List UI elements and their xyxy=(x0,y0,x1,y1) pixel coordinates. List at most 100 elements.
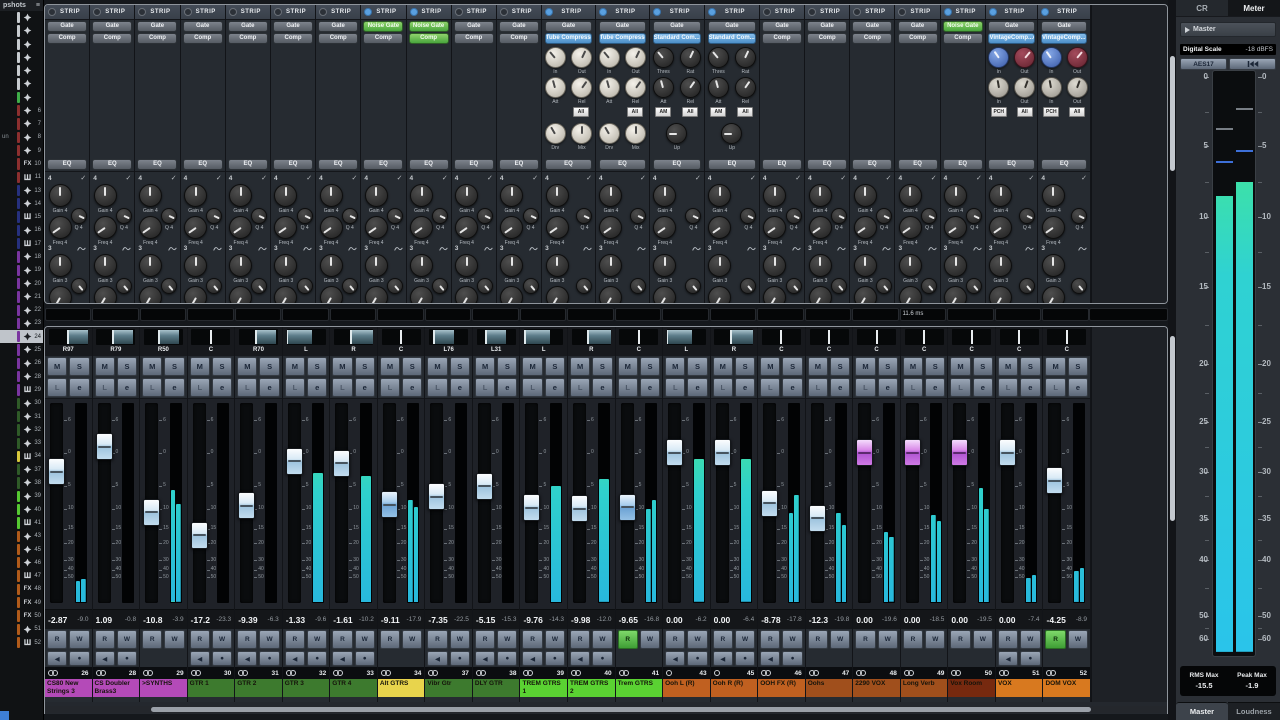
all-button[interactable]: All xyxy=(573,107,589,117)
rat-knob[interactable] xyxy=(680,47,701,68)
pan-control[interactable] xyxy=(1047,329,1086,345)
comp-slot-button[interactable]: Comp xyxy=(228,33,268,44)
listen-button[interactable]: L xyxy=(380,378,400,397)
menu-icon[interactable]: ≡ xyxy=(36,2,40,9)
in-knob[interactable] xyxy=(988,77,1009,98)
mixer-channel[interactable]: CMSLe6051015203040500.00-19.5RW50Vox Roo… xyxy=(948,327,996,702)
gain4-knob[interactable] xyxy=(809,184,832,207)
gain3-knob[interactable] xyxy=(139,254,162,277)
gain3-knob[interactable] xyxy=(94,254,117,277)
edit-channel-button[interactable]: e xyxy=(1068,378,1088,397)
channel-name[interactable]: Long Verb xyxy=(901,679,948,697)
edit-channel-button[interactable]: e xyxy=(450,378,470,397)
write-automation-button[interactable]: W xyxy=(640,630,660,649)
horizontal-scrollbar[interactable] xyxy=(45,706,1167,713)
q4-knob[interactable] xyxy=(71,208,87,224)
q3-knob[interactable] xyxy=(630,278,646,294)
freq3-knob[interactable] xyxy=(708,286,731,304)
freq3-knob[interactable] xyxy=(1042,286,1065,304)
q3-knob[interactable] xyxy=(297,278,313,294)
write-automation-button[interactable]: W xyxy=(973,630,993,649)
rel-knob[interactable] xyxy=(735,77,756,98)
solo-button[interactable]: S xyxy=(402,357,422,376)
gate-slot-button[interactable]: Gate xyxy=(852,21,892,32)
read-automation-button[interactable]: R xyxy=(1045,630,1065,649)
read-automation-button[interactable]: R xyxy=(380,630,400,649)
gain4-knob[interactable] xyxy=(184,184,207,207)
all-button[interactable]: All xyxy=(627,107,643,117)
in-knob[interactable] xyxy=(988,47,1009,68)
q3-knob[interactable] xyxy=(432,278,448,294)
channel-list-item[interactable]: 17 xyxy=(0,237,43,250)
channel-list-item[interactable]: 20 xyxy=(0,277,43,290)
channel-name[interactable]: DLY GTR xyxy=(473,679,520,697)
out-knob[interactable] xyxy=(571,47,592,68)
edit-channel-button[interactable]: e xyxy=(640,378,660,397)
freq3-knob[interactable] xyxy=(184,286,207,304)
gain3-knob[interactable] xyxy=(320,254,343,277)
in-knob[interactable] xyxy=(1041,77,1062,98)
edit-channel-button[interactable]: e xyxy=(545,378,565,397)
strip-header[interactable]: STRIP xyxy=(407,5,451,20)
eq-band3-curve-icon[interactable] xyxy=(213,239,222,257)
fader-cap[interactable] xyxy=(999,439,1016,466)
read-automation-button[interactable]: R xyxy=(475,630,495,649)
mute-button[interactable]: M xyxy=(950,357,970,376)
channel-name[interactable]: TREM GTRS 2 xyxy=(568,679,615,697)
q3-knob[interactable] xyxy=(251,278,267,294)
channel-list-item[interactable]: 28 xyxy=(0,370,43,383)
strip-header[interactable]: STRIP xyxy=(986,5,1038,20)
channel-list-item[interactable] xyxy=(0,11,43,24)
monitor-button[interactable]: ◀ xyxy=(237,651,257,666)
eq-band3-curve-icon[interactable] xyxy=(1078,239,1087,257)
drv-knob[interactable] xyxy=(545,123,566,144)
strip-header[interactable]: STRIP xyxy=(452,5,496,20)
pch-button[interactable]: PCH xyxy=(1043,107,1059,117)
fader-track[interactable] xyxy=(811,403,824,603)
channel-list-item[interactable]: 23 xyxy=(0,317,43,330)
eq-band4-check-icon[interactable]: ✓ xyxy=(261,174,267,182)
channel-list-item[interactable]: 25 xyxy=(0,343,43,356)
write-automation-button[interactable]: W xyxy=(259,630,279,649)
mute-button[interactable]: M xyxy=(998,357,1018,376)
record-enable-button[interactable]: ● xyxy=(212,651,232,666)
q3-knob[interactable] xyxy=(342,278,358,294)
fader-cap[interactable] xyxy=(476,473,493,500)
gain3-knob[interactable] xyxy=(944,254,967,277)
freq4-knob[interactable] xyxy=(653,216,676,239)
listen-button[interactable]: L xyxy=(285,378,305,397)
comp-slot-button[interactable]: Tube Compressor xyxy=(545,33,592,44)
gain4-knob[interactable] xyxy=(944,184,967,207)
gain4-knob[interactable] xyxy=(989,184,1012,207)
eq-band3-curve-icon[interactable] xyxy=(973,239,982,257)
master-header-button[interactable]: Master xyxy=(1180,22,1276,37)
mute-button[interactable]: M xyxy=(855,357,875,376)
q3-knob[interactable] xyxy=(740,278,756,294)
mixer-channel[interactable]: R50MSLe605101520304050-10.8-3.9RW29>SYNT… xyxy=(140,327,188,702)
eq-band3-curve-icon[interactable] xyxy=(258,239,267,257)
mixer-channel[interactable]: LMSLe605101520304050-1.33-9.6RW◀●32GTR 3 xyxy=(283,327,331,702)
mixer-channel[interactable]: CMSLe6051015203040500.00-18.5RW49Long Ve… xyxy=(901,327,949,702)
read-automation-button[interactable]: R xyxy=(285,630,305,649)
solo-button[interactable]: S xyxy=(925,357,945,376)
fader-cap[interactable] xyxy=(48,458,65,485)
comp-slot-button[interactable]: Comp xyxy=(183,33,223,44)
fader-track[interactable] xyxy=(668,403,681,603)
monitor-button[interactable]: ◀ xyxy=(475,651,495,666)
eq-slot-button[interactable]: EQ xyxy=(807,159,847,170)
listen-button[interactable]: L xyxy=(332,378,352,397)
channel-name[interactable]: Ooh R (R) xyxy=(711,679,758,697)
write-automation-button[interactable]: W xyxy=(925,630,945,649)
mute-button[interactable]: M xyxy=(808,357,828,376)
channel-list-item[interactable] xyxy=(0,77,43,90)
q3-knob[interactable] xyxy=(523,278,539,294)
read-automation-button[interactable]: R xyxy=(427,630,447,649)
channel-name[interactable]: DOM VOX xyxy=(1043,679,1090,697)
eq-band4-check-icon[interactable]: ✓ xyxy=(487,174,493,182)
solo-button[interactable]: S xyxy=(735,357,755,376)
fader-cap[interactable] xyxy=(761,490,778,517)
freq4-knob[interactable] xyxy=(455,216,478,239)
gain4-knob[interactable] xyxy=(94,184,117,207)
pan-control[interactable] xyxy=(714,329,753,345)
gate-slot-button[interactable]: Gate xyxy=(228,21,268,32)
